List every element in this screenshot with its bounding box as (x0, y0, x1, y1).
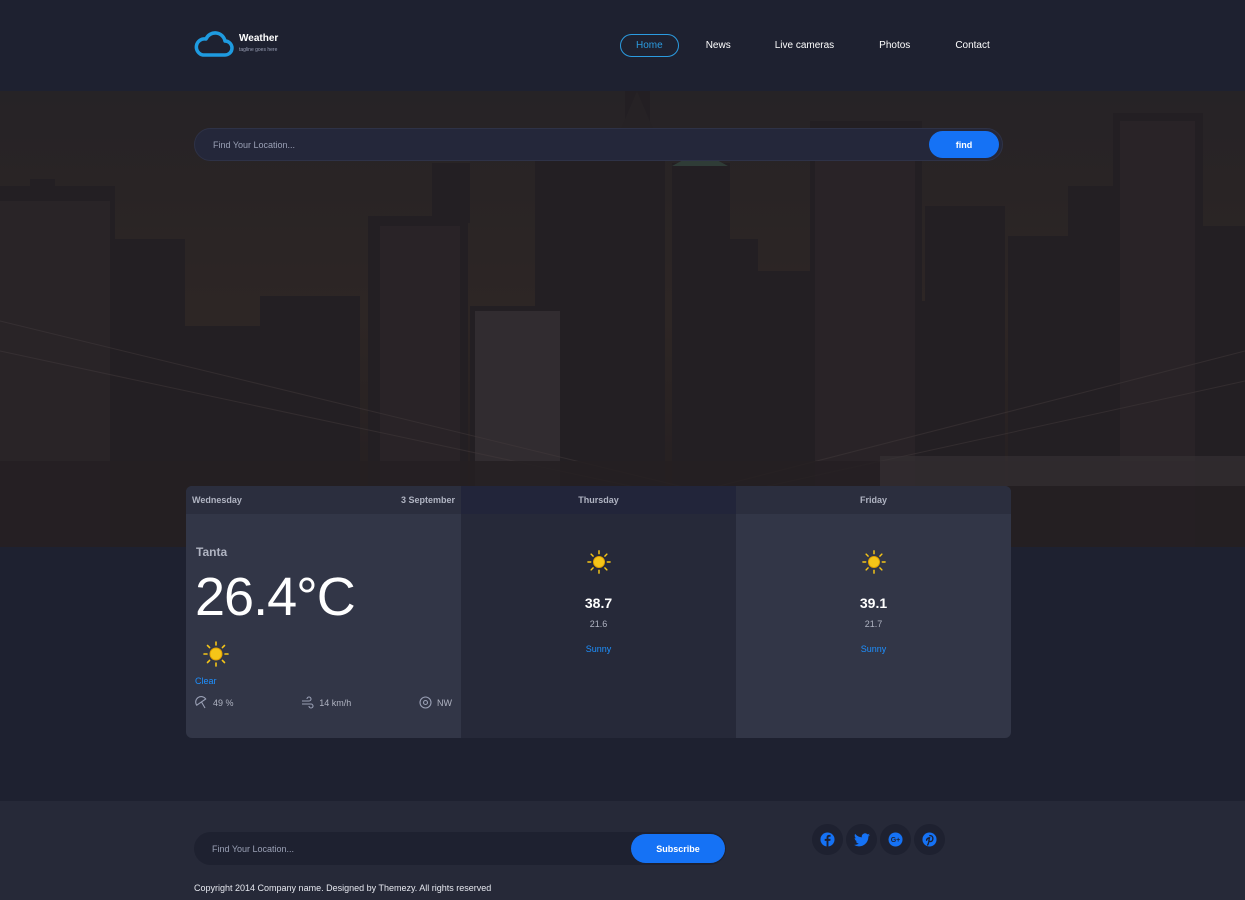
twitter-icon (853, 832, 870, 846)
compass-icon (419, 696, 432, 709)
forecast-day-card: Thursday 38.7 21.6 Sunny (461, 486, 736, 738)
low-temperature: 21.7 (864, 619, 883, 629)
nav-live-cameras[interactable]: Live cameras (760, 34, 849, 57)
sun-icon (586, 550, 611, 574)
sun-icon (203, 641, 229, 667)
nav-photos[interactable]: Photos (864, 34, 925, 57)
today-stats: 49 % 14 km/h NW (195, 696, 452, 709)
forecast-condition: Sunny (585, 644, 612, 654)
wind-speed-value: 14 km/h (319, 697, 352, 708)
wind-stat: 14 km/h (301, 696, 351, 709)
forecast-day-header: Friday (736, 486, 1011, 514)
wind-direction-stat: NW (419, 696, 452, 709)
today-day: Wednesday (192, 495, 242, 505)
site-header: Weather tagline goes here Home News Live… (0, 0, 1245, 91)
forecast-day-name: Friday (859, 495, 887, 505)
facebook-link[interactable] (812, 824, 843, 855)
subscribe-button[interactable]: Subscribe (631, 834, 725, 863)
pinterest-link[interactable] (914, 824, 945, 855)
nav-home[interactable]: Home (620, 34, 679, 57)
social-links: G+ (812, 824, 948, 855)
high-temperature: 38.7 (584, 595, 613, 611)
low-temperature: 21.6 (589, 619, 608, 629)
forecast-condition: Sunny (860, 644, 887, 654)
today-condition: Clear (195, 676, 217, 686)
today-card: Wednesday 3 September Tanta 26.4°C Clear… (186, 486, 461, 738)
wind-direction-value: NW (437, 697, 452, 708)
location-search-input[interactable] (213, 129, 913, 160)
forecast-day-header: Thursday (461, 486, 736, 514)
google-plus-link[interactable]: G+ (880, 824, 911, 855)
high-temperature: 39.1 (859, 595, 888, 611)
main-nav: Home News Live cameras Photos Contact (620, 34, 1005, 57)
today-header: Wednesday 3 September (186, 486, 461, 514)
today-date: 3 September (400, 495, 455, 505)
logo[interactable]: Weather tagline goes here (194, 31, 278, 59)
forecast-day-name: Thursday (578, 495, 619, 505)
find-button[interactable]: find (929, 131, 999, 158)
twitter-link[interactable] (846, 824, 877, 855)
subscribe-input[interactable] (212, 832, 612, 865)
cloud-logo-icon (194, 31, 234, 57)
humidity-value: 49 % (213, 697, 234, 708)
current-temperature: 26.4°C (195, 567, 356, 627)
site-footer: Subscribe G+ Copyright 2014 Com (0, 801, 1245, 900)
forecast-panel: Wednesday 3 September Tanta 26.4°C Clear… (186, 486, 1011, 738)
pinterest-icon (922, 832, 937, 847)
svg-text:G+: G+ (891, 837, 901, 844)
humidity-stat: 49 % (195, 696, 234, 709)
forecast-day-body: 39.1 21.7 Sunny (736, 550, 1011, 654)
facebook-icon (820, 832, 835, 847)
wind-icon (302, 696, 314, 709)
city-name: Tanta (196, 545, 228, 559)
forecast-day-body: 38.7 21.6 Sunny (461, 550, 736, 654)
brand-tagline: tagline goes here (239, 47, 278, 53)
copyright-text: Copyright 2014 Company name. Designed by… (194, 883, 492, 893)
subscribe-bar: Subscribe (194, 832, 726, 865)
sun-icon (861, 550, 886, 574)
brand-title: Weather (239, 33, 279, 44)
google-plus-icon: G+ (888, 832, 903, 847)
nav-news[interactable]: News (691, 34, 746, 57)
location-search-bar: find (194, 128, 1003, 161)
forecast-day-card: Friday 39.1 21.7 Sunny (736, 486, 1011, 738)
nav-contact[interactable]: Contact (940, 34, 1004, 57)
umbrella-icon (195, 696, 207, 709)
